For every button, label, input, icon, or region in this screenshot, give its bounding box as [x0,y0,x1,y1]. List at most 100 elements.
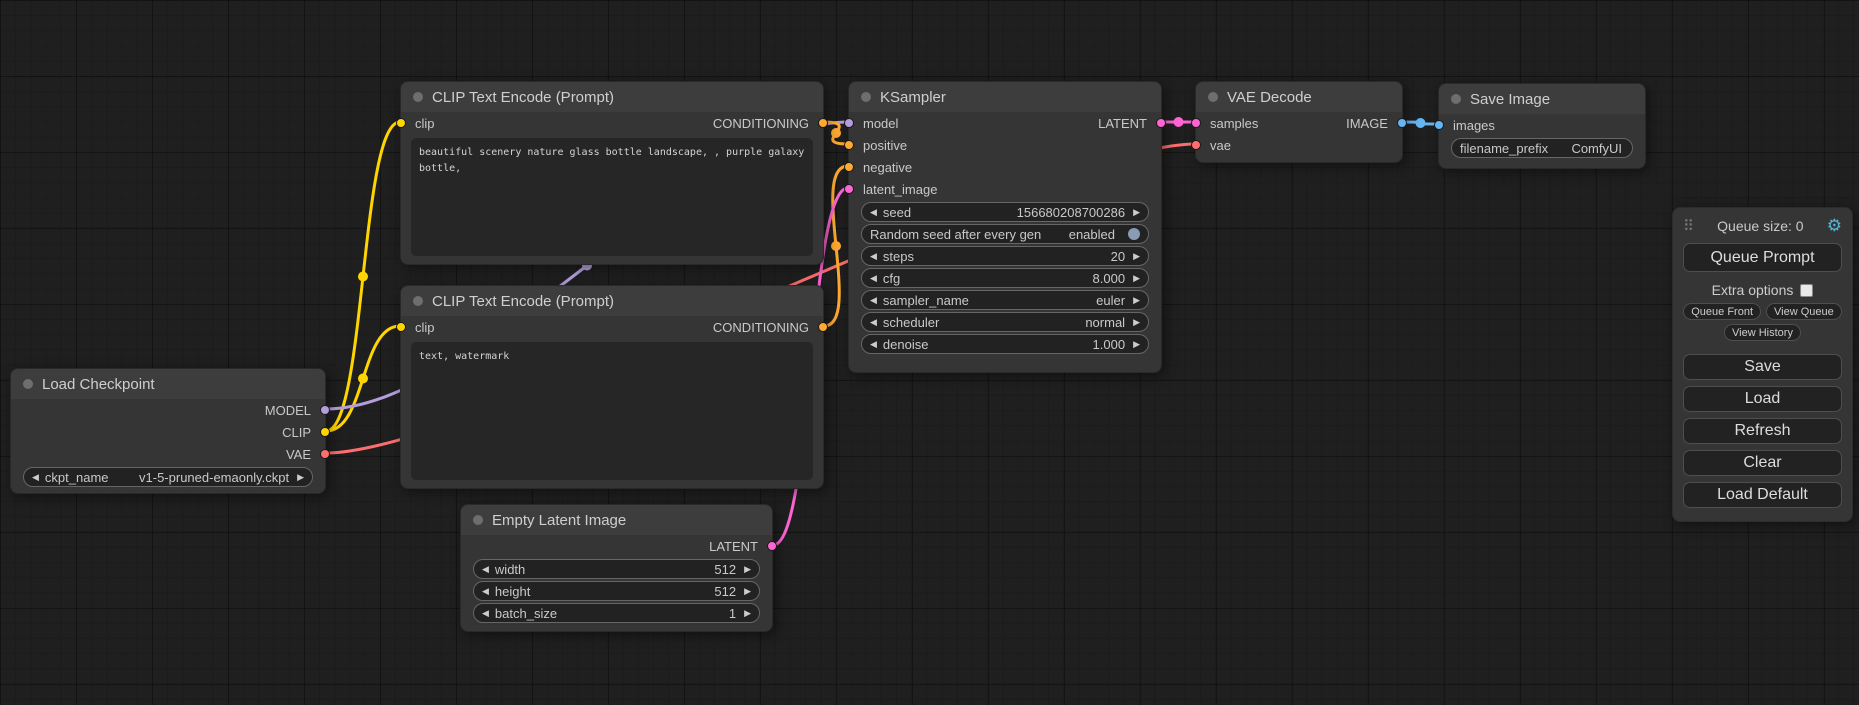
cfg-widget[interactable]: ◀ cfg 8.000 ▶ [861,268,1149,288]
queue-front-button[interactable]: Queue Front [1683,303,1761,320]
collapse-dot[interactable] [23,379,33,389]
widget-value: 1 [729,606,738,621]
load-default-button[interactable]: Load Default [1683,482,1842,508]
view-queue-button[interactable]: View Queue [1766,303,1842,320]
next-arrow-icon[interactable]: ▶ [1133,318,1140,327]
node-empty-latent-image[interactable]: Empty Latent Image LATENT ◀ width 512 ▶ … [460,504,773,632]
next-arrow-icon[interactable]: ▶ [744,565,751,574]
node-title-bar[interactable]: VAE Decode [1196,82,1402,112]
settings-gear-icon[interactable]: ⚙ [1827,216,1842,236]
load-button[interactable]: Load [1683,386,1842,412]
widget-value: v1-5-pruned-emaonly.ckpt [139,470,291,485]
node-load-checkpoint[interactable]: Load Checkpoint MODEL CLIP VAE ◀ ckpt_na… [10,368,326,494]
link-wire [326,122,400,431]
slot-row: MODEL [11,399,325,421]
link-midpoint-dot [1416,118,1426,128]
conditioning-output-port[interactable] [818,322,828,332]
vae-output-port[interactable] [320,449,330,459]
widget-value: normal [1085,315,1127,330]
next-arrow-icon[interactable]: ▶ [744,609,751,618]
seed-widget[interactable]: ◀ seed 156680208700286 ▶ [861,202,1149,222]
menu-drag-handle-icon[interactable]: ⠿ [1683,217,1694,235]
prev-arrow-icon[interactable]: ◀ [870,318,877,327]
node-graph-canvas[interactable]: Load Checkpoint MODEL CLIP VAE ◀ ckpt_na… [0,0,1859,705]
node-title-bar[interactable]: CLIP Text Encode (Prompt) [401,286,823,316]
scheduler-widget[interactable]: ◀ scheduler normal ▶ [861,312,1149,332]
refresh-button[interactable]: Refresh [1683,418,1842,444]
collapse-dot[interactable] [413,296,423,306]
node-title-bar[interactable]: Save Image [1439,84,1645,114]
collapse-dot[interactable] [413,92,423,102]
sampler-name-widget[interactable]: ◀ sampler_name euler ▶ [861,290,1149,310]
prev-arrow-icon[interactable]: ◀ [870,208,877,217]
image-output-port[interactable] [1397,118,1407,128]
node-title-bar[interactable]: Empty Latent Image [461,505,772,535]
samples-input-port[interactable] [1191,118,1201,128]
prev-arrow-icon[interactable]: ◀ [870,274,877,283]
node-title-bar[interactable]: Load Checkpoint [11,369,325,399]
prompt-text-area[interactable]: text, watermark [411,342,813,480]
model-input-port[interactable] [844,118,854,128]
latent-output-port[interactable] [1156,118,1166,128]
next-arrow-icon[interactable]: ▶ [1133,208,1140,217]
node-save-image[interactable]: Save Image images filename_prefix ComfyU… [1438,83,1646,169]
images-input-port[interactable] [1434,120,1444,130]
width-widget[interactable]: ◀ width 512 ▶ [473,559,760,579]
vae-input-port[interactable] [1191,140,1201,150]
clip-input-port[interactable] [396,118,406,128]
negative-input-port[interactable] [844,162,854,172]
clip-output-port[interactable] [320,427,330,437]
batch-size-widget[interactable]: ◀ batch_size 1 ▶ [473,603,760,623]
denoise-widget[interactable]: ◀ denoise 1.000 ▶ [861,334,1149,354]
clip-input-port[interactable] [396,322,406,332]
model-output-port[interactable] [320,405,330,415]
collapse-dot[interactable] [473,515,483,525]
next-arrow-icon[interactable]: ▶ [1133,252,1140,261]
filename-prefix-widget[interactable]: filename_prefix ComfyUI [1451,138,1633,158]
collapse-dot[interactable] [861,92,871,102]
extra-options-checkbox[interactable] [1800,284,1813,297]
node-title-bar[interactable]: KSampler [849,82,1161,112]
view-history-button[interactable]: View History [1724,324,1801,341]
next-arrow-icon[interactable]: ▶ [744,587,751,596]
toggle-on-dot[interactable] [1128,228,1140,240]
latent-image-input-port[interactable] [844,184,854,194]
node-clip-text-encode-positive[interactable]: CLIP Text Encode (Prompt) clip CONDITION… [400,81,824,265]
next-arrow-icon[interactable]: ▶ [297,473,304,482]
prev-arrow-icon[interactable]: ◀ [870,252,877,261]
prev-arrow-icon[interactable]: ◀ [482,565,489,574]
prev-arrow-icon[interactable]: ◀ [482,609,489,618]
prev-arrow-icon[interactable]: ◀ [482,587,489,596]
widget-name: Random seed after every gen [870,227,1041,242]
prompt-text-area[interactable]: beautiful scenery nature glass bottle la… [411,138,813,256]
prev-arrow-icon[interactable]: ◀ [32,473,39,482]
positive-input-port[interactable] [844,140,854,150]
collapse-dot[interactable] [1208,92,1218,102]
vae-output-label: VAE [286,447,311,462]
node-title: CLIP Text Encode (Prompt) [432,89,614,106]
clip-input-label: clip [415,320,435,335]
positive-input-label: positive [863,138,907,153]
latent-output-port[interactable] [767,541,777,551]
prev-arrow-icon[interactable]: ◀ [870,340,877,349]
collapse-dot[interactable] [1451,94,1461,104]
slot-row: vae [1196,134,1402,156]
node-ksampler[interactable]: KSampler model LATENT positive negative … [848,81,1162,373]
widget-value: euler [1096,293,1127,308]
node-vae-decode[interactable]: VAE Decode samples IMAGE vae [1195,81,1403,163]
next-arrow-icon[interactable]: ▶ [1133,296,1140,305]
node-title-bar[interactable]: CLIP Text Encode (Prompt) [401,82,823,112]
clear-button[interactable]: Clear [1683,450,1842,476]
prev-arrow-icon[interactable]: ◀ [870,296,877,305]
next-arrow-icon[interactable]: ▶ [1133,340,1140,349]
random-seed-toggle-widget[interactable]: Random seed after every gen enabled [861,224,1149,244]
conditioning-output-port[interactable] [818,118,828,128]
ckpt-name-widget[interactable]: ◀ ckpt_name v1-5-pruned-emaonly.ckpt ▶ [23,467,313,487]
queue-prompt-button[interactable]: Queue Prompt [1683,243,1842,272]
node-clip-text-encode-negative[interactable]: CLIP Text Encode (Prompt) clip CONDITION… [400,285,824,489]
height-widget[interactable]: ◀ height 512 ▶ [473,581,760,601]
save-button[interactable]: Save [1683,354,1842,380]
slot-row: clip CONDITIONING [401,316,823,338]
steps-widget[interactable]: ◀ steps 20 ▶ [861,246,1149,266]
next-arrow-icon[interactable]: ▶ [1133,274,1140,283]
